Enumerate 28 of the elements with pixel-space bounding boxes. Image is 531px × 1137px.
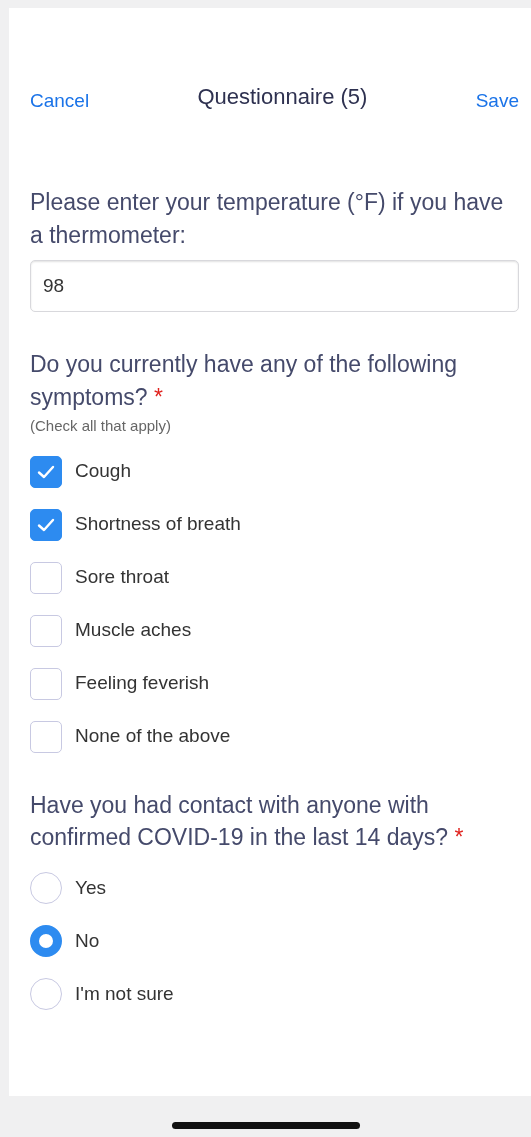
required-asterisk: *: [154, 383, 163, 410]
option-label: I'm not sure: [75, 981, 174, 1006]
option-label: Muscle aches: [75, 618, 192, 643]
option-label: None of the above: [75, 724, 231, 749]
cancel-button[interactable]: Cancel: [30, 87, 90, 116]
radio-button[interactable]: [30, 924, 62, 957]
option-label: Shortness of breath: [75, 512, 241, 537]
save-button[interactable]: Save: [475, 87, 519, 116]
checkmark-icon: [37, 464, 55, 479]
question-hint: (Check all that apply): [30, 415, 171, 436]
checkbox[interactable]: [30, 667, 62, 700]
question-text: Have you had contact with anyone with confirmed COVID-19 in the last 14 days? *: [30, 790, 465, 853]
screen-title: Questionnaire (5): [197, 84, 368, 111]
required-asterisk: *: [454, 824, 464, 851]
temperature-field[interactable]: 98: [30, 260, 519, 313]
option-label: Sore throat: [75, 565, 169, 590]
checkmark-icon: [37, 517, 55, 532]
question-text: Do you currently have any of the following symptoms? *: [30, 350, 459, 412]
checkbox[interactable]: [30, 720, 62, 753]
checkbox[interactable]: [30, 614, 62, 647]
option-label: Yes: [75, 875, 106, 900]
option-label: No: [75, 928, 100, 953]
option-label: Feeling feverish: [75, 671, 210, 696]
question-text: Please enter your temperature (°F) if you have a thermometer:: [30, 188, 505, 250]
checkbox[interactable]: [30, 455, 62, 488]
checkbox[interactable]: [30, 561, 62, 594]
checkbox[interactable]: [30, 508, 62, 541]
option-label: Cough: [75, 459, 131, 484]
